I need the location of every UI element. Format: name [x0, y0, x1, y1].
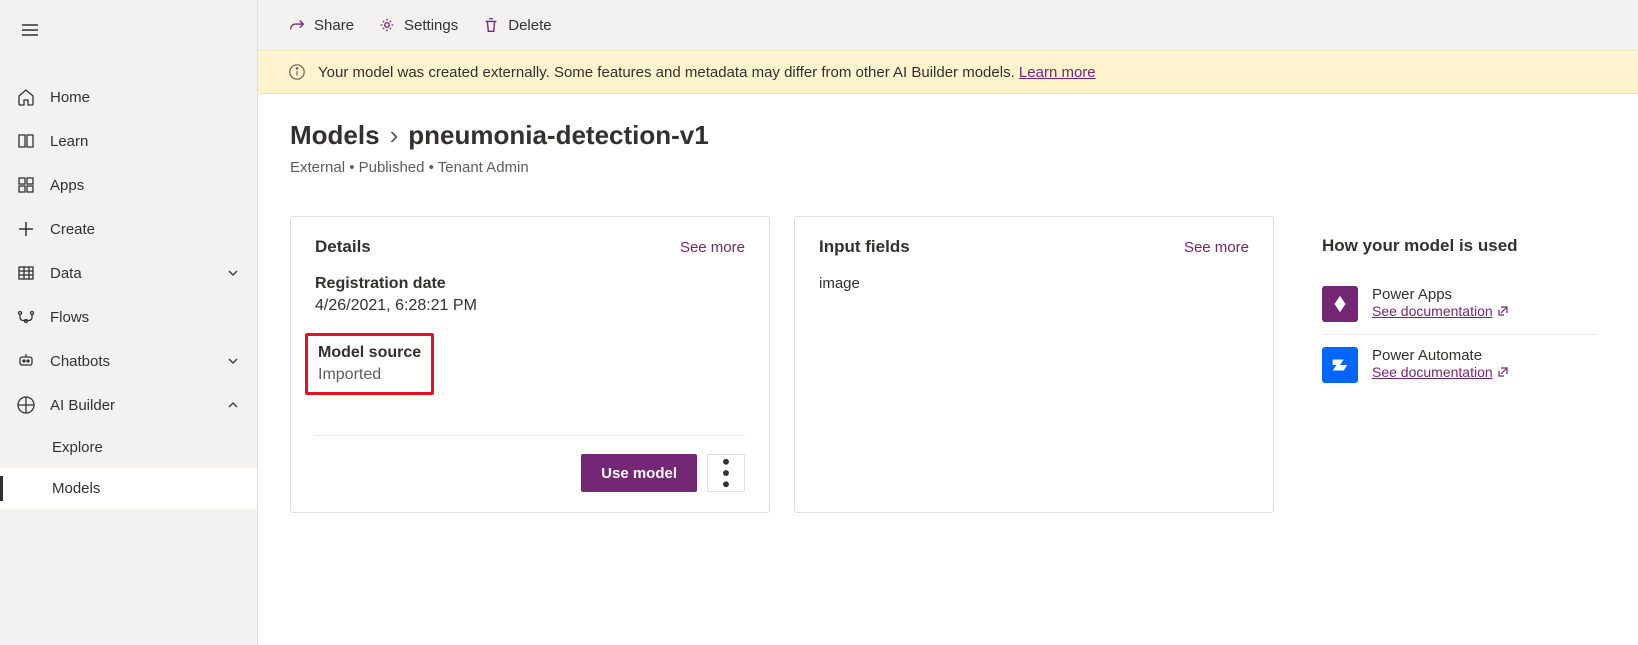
home-icon — [16, 87, 36, 107]
sidebar-item-flows[interactable]: Flows — [0, 295, 257, 339]
ai-builder-icon — [16, 395, 36, 415]
nav-label: Data — [50, 265, 211, 282]
registration-date-label: Registration date — [315, 275, 745, 293]
powerautomate-doc-link[interactable]: See documentation — [1372, 364, 1509, 380]
usage-row-powerapps: Power Apps See documentation — [1322, 274, 1598, 335]
external-link-icon — [1497, 366, 1509, 378]
sidebar-item-learn[interactable]: Learn — [0, 119, 257, 163]
inputs-see-more-link[interactable]: See more — [1184, 239, 1249, 256]
sidebar-item-apps[interactable]: Apps — [0, 163, 257, 207]
settings-button[interactable]: Settings — [378, 12, 458, 38]
sidebar-item-home[interactable]: Home — [0, 75, 257, 119]
powerautomate-title: Power Automate — [1372, 347, 1509, 364]
share-button[interactable]: Share — [288, 12, 354, 38]
sidebar-item-create[interactable]: Create — [0, 207, 257, 251]
banner-learn-more-link[interactable]: Learn more — [1019, 64, 1096, 81]
external-link-icon — [1497, 305, 1509, 317]
flows-icon — [16, 307, 36, 327]
data-icon — [16, 263, 36, 283]
nav-label: Flows — [50, 309, 241, 326]
banner-text: Your model was created externally. Some … — [318, 64, 1015, 81]
breadcrumb: Models › pneumonia-detection-v1 — [290, 120, 1606, 151]
usage-title: How your model is used — [1322, 236, 1518, 256]
share-label: Share — [314, 17, 354, 34]
model-source-value: Imported — [318, 366, 421, 384]
vertical-dots-icon — [708, 455, 744, 491]
nav-label: Chatbots — [50, 353, 211, 370]
gear-icon — [378, 16, 396, 34]
powerapps-title: Power Apps — [1372, 286, 1509, 303]
toolbar: Share Settings Delete — [258, 0, 1638, 50]
settings-label: Settings — [404, 17, 458, 34]
usage-row-powerautomate: Power Automate See documentation — [1322, 335, 1598, 395]
details-see-more-link[interactable]: See more — [680, 239, 745, 256]
page-content: Models › pneumonia-detection-v1 External… — [258, 94, 1638, 645]
delete-button[interactable]: Delete — [482, 12, 551, 38]
nav-label: Create — [50, 221, 241, 238]
sidebar-subitem-models[interactable]: Models — [0, 468, 257, 509]
hamburger-icon — [20, 20, 40, 40]
chevron-down-icon — [225, 353, 241, 369]
inputs-title: Input fields — [819, 237, 910, 257]
hamburger-menu[interactable] — [0, 8, 257, 55]
details-card: Details See more Registration date 4/26/… — [290, 216, 770, 513]
more-actions-button[interactable] — [707, 454, 745, 492]
powerautomate-icon — [1322, 347, 1358, 383]
sidebar-item-ai-builder[interactable]: AI Builder — [0, 383, 257, 427]
breadcrumb-root[interactable]: Models — [290, 120, 380, 151]
share-icon — [288, 16, 306, 34]
plus-icon — [16, 219, 36, 239]
delete-label: Delete — [508, 17, 551, 34]
info-icon — [288, 63, 306, 81]
nav-label: Home — [50, 89, 241, 106]
sidebar-item-data[interactable]: Data — [0, 251, 257, 295]
trash-icon — [482, 16, 500, 34]
chevron-down-icon — [225, 265, 241, 281]
chevron-right-icon: › — [390, 120, 399, 151]
nav-label: Learn — [50, 133, 241, 150]
input-fields-card: Input fields See more image — [794, 216, 1274, 513]
registration-date-value: 4/26/2021, 6:28:21 PM — [315, 297, 745, 315]
cards-row: Details See more Registration date 4/26/… — [290, 216, 1606, 513]
chatbot-icon — [16, 351, 36, 371]
usage-card: How your model is used Power Apps See do… — [1298, 216, 1598, 513]
nav-label: AI Builder — [50, 397, 211, 414]
book-icon — [16, 131, 36, 151]
chevron-up-icon — [225, 397, 241, 413]
details-title: Details — [315, 237, 371, 257]
input-field-value: image — [819, 275, 1249, 292]
main-content: Share Settings Delete Your model was cre… — [258, 0, 1638, 645]
sidebar: Home Learn Apps Create Data Flows Chatbo… — [0, 0, 258, 645]
breadcrumb-current: pneumonia-detection-v1 — [408, 120, 708, 151]
nav-label: Apps — [50, 177, 241, 194]
model-source-highlight: Model source Imported — [305, 333, 434, 395]
info-banner: Your model was created externally. Some … — [258, 50, 1638, 94]
powerapps-doc-link[interactable]: See documentation — [1372, 303, 1509, 319]
powerapps-icon — [1322, 286, 1358, 322]
use-model-button[interactable]: Use model — [581, 454, 697, 492]
grid-icon — [16, 175, 36, 195]
model-meta: External • Published • Tenant Admin — [290, 159, 1606, 176]
sidebar-item-chatbots[interactable]: Chatbots — [0, 339, 257, 383]
model-source-label: Model source — [318, 344, 421, 362]
sidebar-subitem-explore[interactable]: Explore — [0, 427, 257, 468]
